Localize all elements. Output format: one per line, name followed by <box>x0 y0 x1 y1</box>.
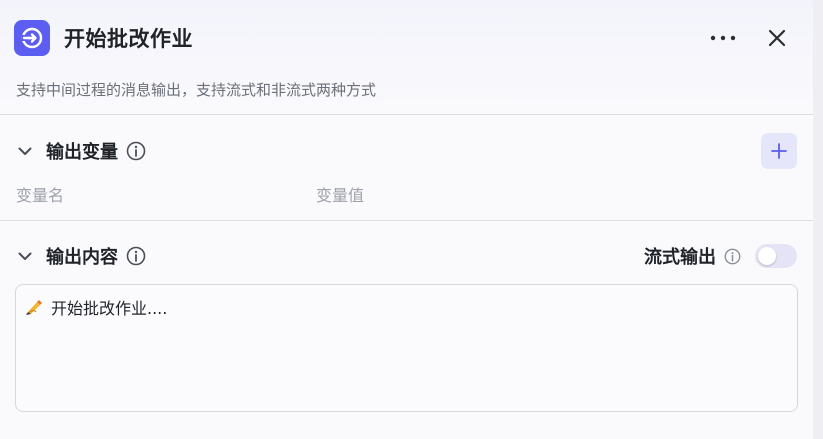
chevron-down-icon[interactable] <box>14 140 36 162</box>
section-title: 输出变量 <box>46 142 118 163</box>
output-content-header: 输出内容 流式输出 <box>14 238 797 274</box>
column-header-variable-name: 变量名 <box>16 186 65 205</box>
stream-output-control: 流式输出 <box>644 238 797 274</box>
panel-header: 开始批改作业 <box>14 18 793 58</box>
arrow-right-circle-icon <box>14 20 50 56</box>
writing-hand-icon <box>25 298 45 320</box>
add-variable-button[interactable] <box>761 133 797 169</box>
toggle-knob <box>758 247 776 265</box>
page-title: 开始批改作业 <box>64 27 193 51</box>
info-icon <box>723 247 741 265</box>
info-icon <box>126 246 146 266</box>
chevron-down-icon[interactable] <box>14 245 36 267</box>
close-button[interactable] <box>761 22 793 54</box>
divider <box>0 220 813 221</box>
column-header-variable-value: 变量值 <box>316 186 365 205</box>
info-icon <box>126 141 146 161</box>
stream-output-label: 流式输出 <box>644 247 716 268</box>
more-horizontal-icon <box>710 35 736 41</box>
scrollbar-track[interactable] <box>813 0 823 439</box>
plus-icon <box>771 143 787 159</box>
divider <box>0 114 813 115</box>
more-options-button[interactable] <box>707 22 739 54</box>
output-variables-header: 输出变量 <box>14 133 797 169</box>
output-content-textarea[interactable]: 开始批改作业.... <box>15 284 798 412</box>
section-title: 输出内容 <box>46 247 118 268</box>
close-icon <box>768 29 786 47</box>
node-panel: 开始批改作业 支持中间过程的消息输出，支持流式和非流式两种方式 输出变量 变量名… <box>0 0 813 439</box>
node-description: 支持中间过程的消息输出，支持流式和非流式两种方式 <box>16 81 377 99</box>
output-content-text: 开始批改作业.... <box>51 299 168 318</box>
stream-output-toggle[interactable] <box>755 244 797 268</box>
